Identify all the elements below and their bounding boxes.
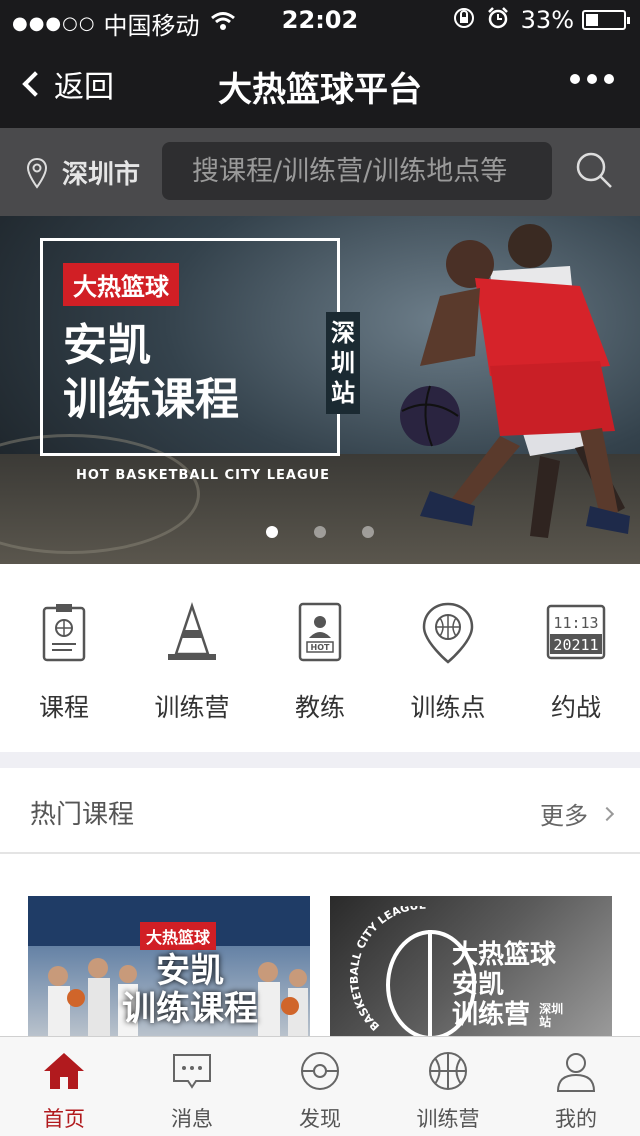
location-pin-icon (26, 157, 48, 189)
banner-title: 安凯 训练课程 (63, 319, 239, 427)
basketball-players-image (400, 224, 630, 538)
coach-badge-icon: HOT (298, 602, 342, 662)
category-courses[interactable]: 课程 (0, 600, 128, 724)
tab-label: 发现 (299, 1107, 341, 1131)
more-link[interactable]: 更多 (540, 796, 615, 831)
card-title: 安凯 训练课程 (90, 952, 290, 1028)
section-title: 热门课程 (30, 800, 135, 830)
card-title-line2: 安凯 (452, 970, 505, 1000)
category-coach[interactable]: HOT 教练 (256, 600, 384, 724)
promo-banner[interactable]: 大热篮球 安凯 训练课程 深圳站 HOT BASKETBALL CITY LEA… (0, 216, 640, 564)
more-label: 更多 (540, 802, 588, 830)
course-card[interactable]: BASKETBALL CITY LEAGUE 大热篮球 安凯 训练营 深圳站 (330, 896, 612, 1036)
scoreboard-icon: 11:13 20211 (546, 604, 606, 660)
category-label: 教练 (294, 693, 345, 722)
search-icon[interactable] (574, 150, 614, 190)
discover-icon (301, 1052, 339, 1090)
tab-label: 训练营 (416, 1107, 480, 1131)
banner-frame: 大热篮球 安凯 训练课程 (40, 238, 340, 456)
back-button[interactable]: 返回 (18, 62, 114, 106)
tab-bar: 首页 消息 发现 训练营 我的 (0, 1036, 640, 1136)
card-title-line1: 大热篮球 (452, 940, 557, 970)
chevron-left-icon (22, 71, 48, 97)
banner-location-vertical: 深圳站 (326, 312, 360, 414)
search-bar: 深圳市 (0, 128, 640, 216)
carousel-dot[interactable] (362, 526, 374, 538)
alarm-icon (487, 6, 509, 34)
city-label: 深圳市 (62, 160, 141, 190)
more-dot-icon (570, 74, 580, 84)
chevron-right-icon (599, 806, 615, 821)
svg-text:HOT: HOT (311, 643, 330, 652)
carousel-indicator (0, 526, 640, 538)
banner-title-line2: 训练课程 (63, 374, 239, 425)
section-header: 热门课程 更多 (0, 768, 640, 854)
carousel-dot[interactable] (314, 526, 326, 538)
basketball-icon (429, 1052, 467, 1090)
back-label: 返回 (54, 70, 114, 105)
card-title-line3-text: 训练营 (452, 1000, 531, 1030)
tab-home[interactable]: 首页 (0, 1049, 128, 1133)
course-card[interactable]: 大热篮球 安凯 训练课程 (28, 896, 310, 1036)
clipboard-icon (42, 604, 86, 662)
card-title-line1: 安凯 (156, 951, 224, 991)
category-training-camp[interactable]: 训练营 (128, 600, 256, 724)
banner-location-text: 深圳站 (331, 319, 355, 407)
status-bar: ●●●○○ 中国移动 22:02 33% (0, 0, 640, 40)
banner-subtitle: HOT BASKETBALL CITY LEAGUE (76, 468, 331, 483)
carousel-dot[interactable] (266, 526, 278, 538)
tab-discover[interactable]: 发现 (256, 1049, 384, 1133)
banner-title-line1: 安凯 (63, 320, 151, 371)
search-input[interactable] (162, 142, 552, 200)
more-options-button[interactable] (570, 74, 614, 84)
card-brand-tag: 大热篮球 (140, 922, 217, 950)
status-right: 33% (453, 6, 630, 34)
brand-tag: 大热篮球 (63, 263, 179, 306)
category-label: 训练营 (154, 693, 230, 722)
tab-messages[interactable]: 消息 (128, 1049, 256, 1133)
tab-training-camp[interactable]: 训练营 (384, 1049, 512, 1133)
card-title: 大热篮球 安凯 训练营 深圳站 (452, 940, 565, 1030)
more-dot-icon (587, 74, 597, 84)
svg-text:11:13: 11:13 (553, 614, 598, 632)
svg-text:20211: 20211 (553, 636, 598, 654)
profile-icon (556, 1053, 596, 1092)
battery-percent: 33% (520, 6, 574, 34)
category-challenge[interactable]: 11:13 20211 约战 (512, 600, 640, 724)
card-title-line3: 训练营 深圳站 (452, 1000, 565, 1030)
tab-label: 我的 (555, 1107, 597, 1131)
battery-icon (582, 10, 630, 30)
location-ball-icon (422, 602, 474, 664)
home-icon (44, 1053, 84, 1089)
category-label: 课程 (38, 693, 89, 722)
rotation-lock-icon (453, 7, 475, 34)
tab-label: 首页 (43, 1107, 85, 1131)
message-icon (173, 1054, 211, 1089)
category-training-site[interactable]: 训练点 (384, 600, 512, 724)
more-dot-icon (604, 74, 614, 84)
nav-bar: 返回 大热篮球平台 (0, 40, 640, 128)
tab-profile[interactable]: 我的 (512, 1049, 640, 1133)
category-label: 约战 (550, 693, 601, 722)
tab-label: 消息 (171, 1107, 213, 1131)
city-selector[interactable]: 深圳市 (26, 154, 140, 191)
category-grid: 课程 训练营 HOT 教练 训练点 11:13 20211 约战 (0, 564, 640, 752)
cone-icon (168, 602, 216, 660)
svg-text:BASKETBALL CITY LEAGUE: BASKETBALL CITY LEAGUE (350, 906, 427, 1033)
card-badge: 深圳站 (539, 1001, 564, 1029)
category-label: 训练点 (410, 693, 486, 722)
card-title-line2: 训练课程 (122, 989, 258, 1029)
